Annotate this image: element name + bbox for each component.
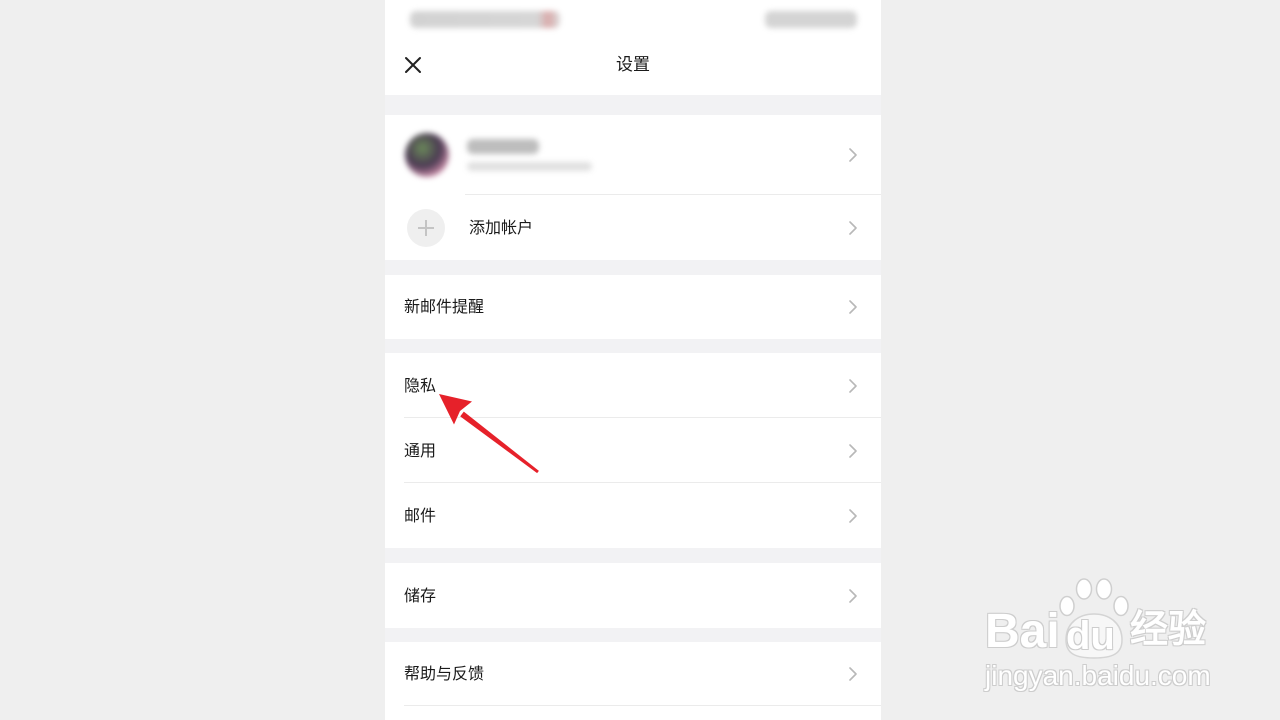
help-panel: 帮助与反馈	[385, 642, 881, 720]
watermark-logo-bai: Bai	[985, 605, 1060, 658]
settings-item-new-mail-alert[interactable]: 新邮件提醒	[385, 275, 881, 339]
chevron-right-icon	[849, 588, 857, 603]
current-account-row[interactable]	[385, 115, 881, 195]
status-bar-right-blurred	[765, 11, 857, 28]
chevron-right-icon	[849, 508, 857, 523]
settings-item-help-feedback[interactable]: 帮助与反馈	[385, 642, 881, 706]
watermark: Bai du 经验 jingyan.baidu.com	[980, 578, 1220, 696]
settings-item-privacy[interactable]: 隐私	[385, 353, 881, 418]
watermark-logo-jingyan: 经验	[1130, 609, 1207, 651]
header: 设置	[385, 36, 881, 95]
account-email-blurred	[467, 162, 592, 171]
avatar	[405, 133, 449, 177]
settings-item-general[interactable]: 通用	[385, 418, 881, 483]
settings-item-label: 帮助与反馈	[404, 664, 485, 683]
general-settings-panel: 隐私 通用 邮件	[385, 353, 881, 548]
settings-item-label: 隐私	[404, 375, 437, 395]
settings-item-label: 通用	[404, 440, 437, 460]
account-panel: 添加帐户	[385, 115, 881, 260]
notification-panel: 新邮件提醒	[385, 275, 881, 339]
plus-icon	[407, 208, 445, 247]
account-name-blurred	[467, 139, 539, 154]
chevron-right-icon	[849, 300, 857, 314]
add-account-row[interactable]: 添加帐户	[385, 195, 881, 260]
watermark-logo-du: du	[1066, 614, 1115, 658]
add-account-label: 添加帐户	[469, 217, 534, 237]
divider	[404, 705, 881, 706]
settings-item-storage[interactable]: 储存	[385, 563, 881, 628]
storage-panel: 储存	[385, 563, 881, 628]
watermark-url: jingyan.baidu.com	[985, 660, 1211, 691]
phone-screen: 设置 添加帐户 新邮件提醒 隐私 通用 邮件 储存 帮助与反馈	[385, 0, 881, 720]
chevron-right-icon	[849, 148, 857, 162]
chevron-right-icon	[849, 220, 857, 235]
top-bar: 设置	[385, 0, 881, 95]
settings-item-label: 储存	[404, 585, 437, 605]
settings-item-label: 新邮件提醒	[404, 297, 485, 316]
status-bar-left-blurred	[410, 11, 560, 28]
settings-item-mail[interactable]: 邮件	[385, 483, 881, 548]
chevron-right-icon	[849, 443, 857, 458]
status-bar	[385, 0, 881, 36]
page-title: 设置	[616, 55, 650, 75]
chevron-right-icon	[849, 378, 857, 393]
settings-item-label: 邮件	[404, 505, 437, 525]
chevron-right-icon	[849, 667, 857, 681]
